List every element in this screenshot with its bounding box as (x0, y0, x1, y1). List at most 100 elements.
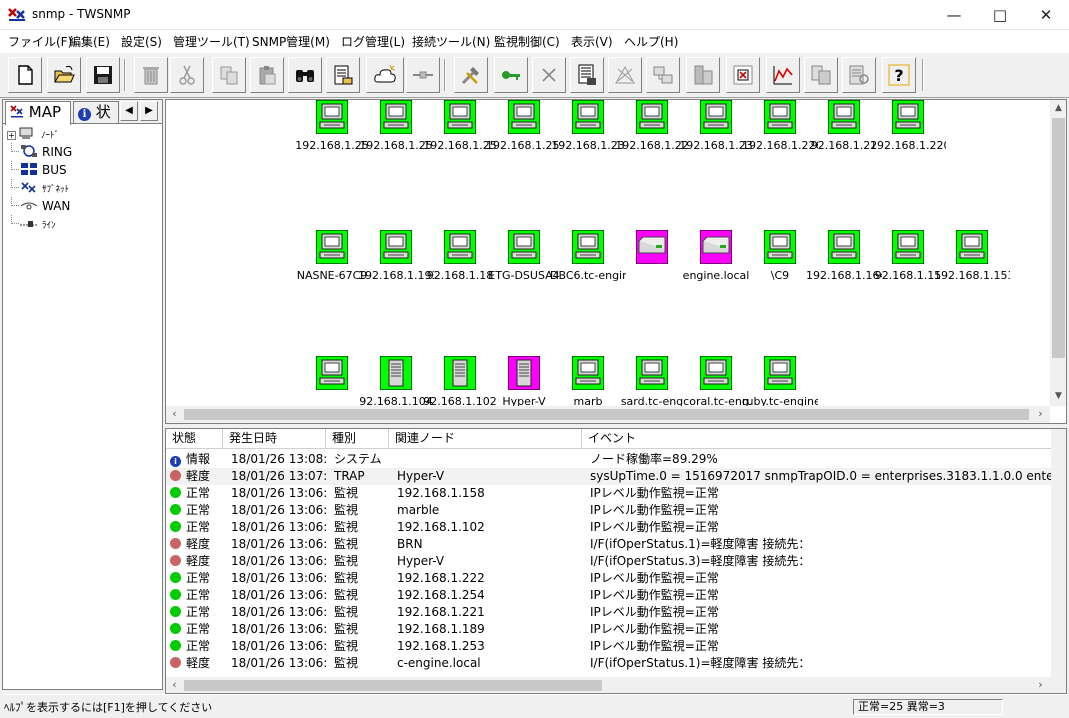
minimize-button[interactable]: — (931, 0, 977, 30)
menu-item-9[interactable]: ヘルプ(H) (624, 33, 678, 50)
scroll-down-arrow-icon[interactable]: ▼ (1050, 388, 1066, 405)
menu-item-8[interactable]: 表示(V) (571, 33, 613, 50)
hub-node-icon[interactable] (635, 229, 669, 265)
event-column-header-4[interactable]: イベント (582, 429, 1066, 449)
event-vertical-scrollbar[interactable] (1051, 429, 1066, 677)
toolbar-stop-button[interactable] (726, 57, 760, 93)
computer-node-icon[interactable] (763, 355, 797, 391)
toolbar-new-button[interactable] (8, 57, 42, 93)
computer-node-icon[interactable] (827, 100, 861, 135)
event-horizontal-scrollbar[interactable]: ‹ › (166, 677, 1066, 693)
close-button[interactable]: ✕ (1023, 0, 1069, 30)
toolbar-export-button[interactable] (804, 57, 838, 93)
scroll-right-arrow-icon[interactable]: › (1032, 406, 1049, 423)
event-column-header-3[interactable]: 関連ノード (389, 429, 582, 449)
event-column-header-1[interactable]: 発生日時 (223, 429, 326, 449)
maximize-button[interactable]: □ (977, 0, 1023, 30)
toolbar-mib-button[interactable] (646, 57, 680, 93)
toolbar-paste-button[interactable] (250, 57, 284, 93)
event-scroll-left-arrow-icon[interactable]: ‹ (166, 677, 183, 693)
event-column-header-2[interactable]: 種別 (326, 429, 389, 449)
map-pane[interactable]: 192.168.1.25 192.168.1.25 192.168.1.25 192.… (165, 99, 1067, 424)
tree-item-node[interactable]: + ﾉｰﾄﾞ (7, 125, 59, 143)
server-node-icon[interactable] (443, 355, 477, 391)
tree-expand-icon[interactable]: + (7, 131, 16, 140)
event-row[interactable]: 軽度 18/01/26 13:06:16 監視 Hyper-V I/F(ifOperSt… (166, 553, 1052, 570)
toolbar-line-button[interactable] (406, 57, 440, 93)
event-row[interactable]: 軽度 18/01/26 13:06:15 監視 c-engine.local I/F(i… (166, 655, 1052, 672)
menu-item-7[interactable]: 監視制御(C) (494, 33, 560, 50)
event-row[interactable]: 正常 18/01/26 13:06:16 監視 marble IPレベル動作監視=正常 (166, 502, 1052, 519)
event-row[interactable]: 正常 18/01/26 13:06:15 監視 192.168.1.222 IPレベル動… (166, 570, 1052, 587)
tab-status[interactable]: i 状 (73, 101, 119, 123)
toolbar-save-button[interactable] (86, 57, 120, 93)
toolbar-key-button[interactable] (494, 57, 528, 93)
toolbar-cut-button[interactable] (170, 57, 204, 93)
computer-node-icon[interactable] (571, 355, 605, 391)
computer-node-icon[interactable] (827, 229, 861, 265)
computer-node-icon[interactable] (891, 229, 925, 265)
event-row[interactable]: i 情報 18/01/26 13:08:10 システム ノード稼働率=89.29% (166, 451, 1052, 468)
tree-item-[interactable]: ｻﾌﾞﾈｯﾄ (11, 179, 69, 197)
computer-node-icon[interactable] (699, 100, 733, 135)
computer-node-icon[interactable] (571, 229, 605, 265)
toolbar-close-x-button[interactable] (532, 57, 566, 93)
computer-node-icon[interactable] (635, 100, 669, 135)
tab-scroll-right-button[interactable]: ▶ (140, 101, 158, 121)
toolbar-help-button[interactable]: ? (882, 57, 916, 93)
menu-item-0[interactable]: ファイル(F) (8, 33, 72, 50)
scroll-up-arrow-icon[interactable]: ▲ (1050, 100, 1066, 117)
computer-node-icon[interactable] (763, 100, 797, 135)
computer-node-icon[interactable] (507, 229, 541, 265)
toolbar-node-edit-button[interactable] (326, 57, 360, 93)
event-row[interactable]: 軽度 18/01/26 13:06:16 監視 BRN I/F(ifOperStatus… (166, 536, 1052, 553)
toolbar-server-button[interactable] (686, 57, 720, 93)
computer-node-icon[interactable] (315, 100, 349, 135)
map-node[interactable]: DBC6.tc-engine.local (550, 229, 626, 290)
event-row[interactable]: 正常 18/01/26 13:06:16 監視 192.168.1.158 IPレベル動… (166, 485, 1052, 502)
tree-item-ring[interactable]: RING (11, 143, 72, 161)
tree-item-[interactable]: ﾗｲﾝ (11, 215, 56, 233)
toolbar-report-button[interactable] (570, 57, 604, 93)
event-row[interactable]: 軽度 18/01/26 13:07:14 TRAP Hyper-V sysUpTime.… (166, 468, 1058, 485)
map-node[interactable]: 192.168.1.220 (870, 100, 946, 160)
toolbar-browser-button[interactable] (842, 57, 876, 93)
toolbar-open-button[interactable] (47, 57, 81, 93)
computer-node-icon[interactable] (443, 229, 477, 265)
toolbar-cloud-button[interactable] (366, 57, 404, 93)
toolbar-find-button[interactable] (288, 57, 322, 93)
computer-node-icon[interactable] (507, 100, 541, 135)
computer-node-icon[interactable] (571, 100, 605, 135)
event-row[interactable]: 正常 18/01/26 13:06:15 監視 192.168.1.254 IPレベル動… (166, 587, 1052, 604)
menu-item-4[interactable]: SNMP管理(M) (252, 33, 330, 50)
event-row[interactable]: 正常 18/01/26 13:06:15 監視 192.168.1.253 IPレベル動… (166, 638, 1052, 655)
map-vertical-scroll-thumb[interactable] (1052, 118, 1065, 358)
event-row[interactable]: 正常 18/01/26 13:06:15 監視 192.168.1.189 IPレベル動… (166, 621, 1052, 638)
title-bar[interactable]: snmp - TWSNMP — □ ✕ (0, 0, 1069, 30)
computer-node-icon[interactable] (955, 229, 989, 265)
menu-item-5[interactable]: ログ管理(L) (341, 33, 405, 50)
event-row[interactable]: 正常 18/01/26 13:06:16 監視 192.168.1.102 IPレベル動… (166, 519, 1052, 536)
menu-item-1[interactable]: 編集(E) (69, 33, 110, 50)
toolbar-delete-button[interactable] (134, 57, 168, 93)
tree-item-bus[interactable]: BUS (11, 161, 67, 179)
toolbar-polling-button[interactable] (608, 57, 642, 93)
computer-node-icon[interactable] (315, 229, 349, 265)
computer-node-icon[interactable] (443, 100, 477, 135)
computer-node-icon[interactable] (379, 100, 413, 135)
hub-node-icon[interactable] (699, 229, 733, 265)
event-row[interactable]: 正常 18/01/26 13:06:15 監視 192.168.1.221 IPレベル動… (166, 604, 1052, 621)
map-node[interactable]: 192.168.1.153 (934, 229, 1010, 290)
map-horizontal-scrollbar[interactable]: ‹ › (166, 406, 1050, 423)
tab-map[interactable]: MAP (5, 101, 71, 125)
computer-node-icon[interactable] (699, 355, 733, 391)
map-horizontal-scroll-thumb[interactable] (184, 409, 1029, 420)
computer-node-icon[interactable] (763, 229, 797, 265)
event-horizontal-scroll-thumb[interactable] (184, 680, 602, 691)
computer-node-icon[interactable] (635, 355, 669, 391)
event-column-header-0[interactable]: 状態 (166, 429, 223, 449)
menu-item-2[interactable]: 設定(S) (121, 33, 162, 50)
map-vertical-scrollbar[interactable]: ▲ ▼ (1050, 100, 1066, 406)
toolbar-copy-button[interactable] (212, 57, 246, 93)
menu-item-6[interactable]: 接続ツール(N) (412, 33, 490, 50)
